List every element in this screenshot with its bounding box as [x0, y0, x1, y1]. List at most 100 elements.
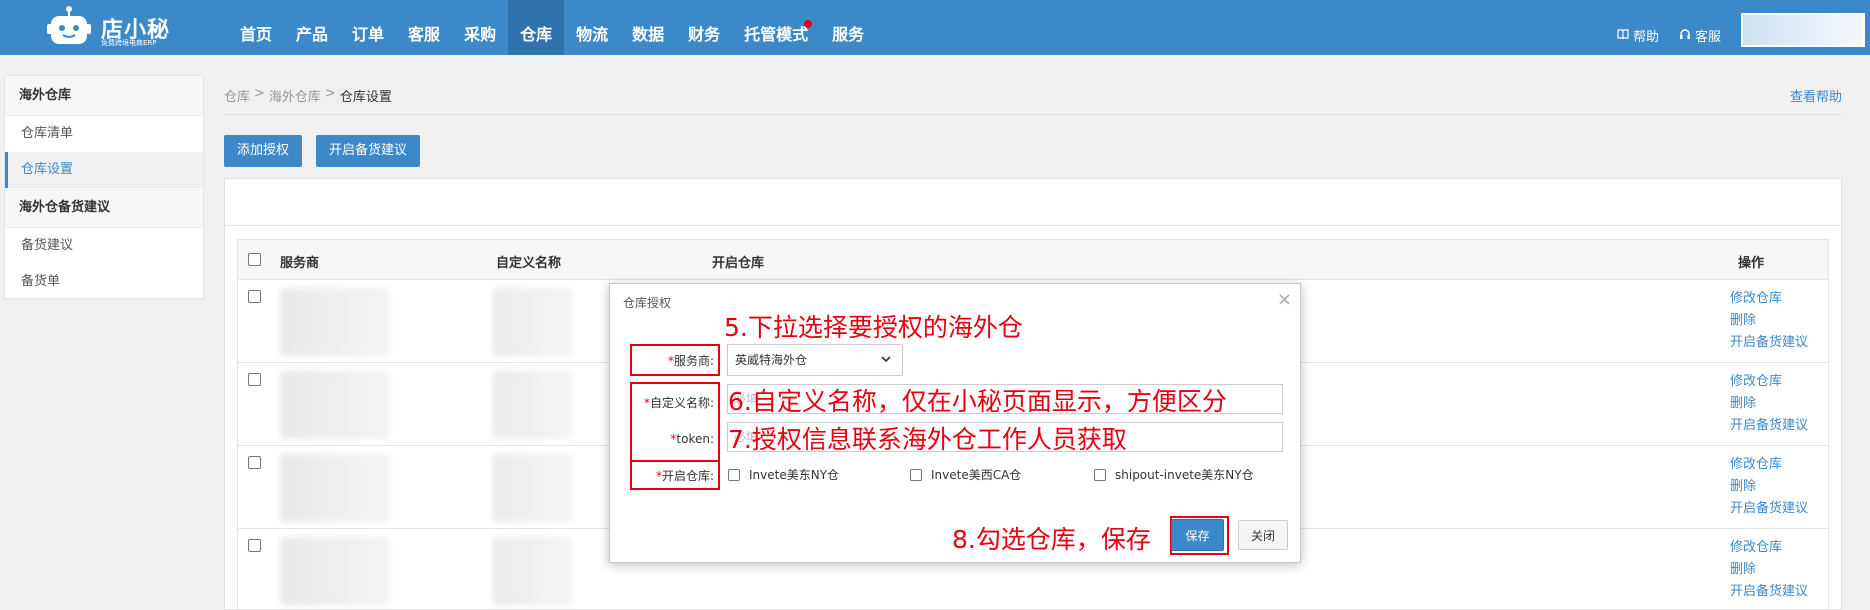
blurred-provider	[280, 537, 390, 605]
select-all-checkbox[interactable]	[248, 253, 261, 266]
edit-warehouse-link[interactable]: 修改仓库	[1730, 288, 1828, 310]
nav-item-home[interactable]: 首页	[228, 0, 284, 55]
help-link-top[interactable]: 帮助	[1617, 26, 1659, 45]
warehouse-option[interactable]: Invete美东NY仓	[728, 466, 839, 483]
delete-link[interactable]: 删除	[1730, 393, 1828, 415]
warehouse-label: *开启仓库:	[630, 467, 714, 484]
token-label-text: token:	[676, 432, 714, 446]
headset-icon	[1679, 28, 1691, 43]
sidebar: 海外仓库 仓库清单 仓库设置 海外仓备货建议 备货建议 备货单	[4, 75, 204, 299]
service-label: 客服	[1694, 30, 1721, 45]
sidebar-group-overseas-warehouse: 海外仓库	[5, 76, 203, 116]
nav-item-managed-mode-label: 托管模式	[744, 25, 809, 44]
nav-item-warehouse[interactable]: 仓库	[508, 0, 565, 55]
header-operations: 操作	[1738, 256, 1765, 271]
nav-item-orders[interactable]: 订单	[340, 0, 396, 55]
edit-warehouse-link[interactable]: 修改仓库	[1730, 537, 1828, 559]
delete-link[interactable]: 删除	[1730, 559, 1828, 581]
book-icon	[1617, 28, 1629, 43]
warehouse-authorization-dialog: 仓库授权 × 5.下拉选择要授权的海外仓 *服务商: 英威特海外仓 *自定义名称…	[609, 283, 1301, 563]
table-header: 服务商 自定义名称 开启仓库 操作	[238, 240, 1828, 280]
blurred-provider	[280, 454, 390, 522]
sidebar-item-warehouse-settings[interactable]: 仓库设置	[5, 152, 203, 188]
main-nav: 首页 产品 订单 客服 采购 仓库 物流 数据 财务 托管模式 服务	[228, 0, 876, 55]
blurred-custom-name	[493, 537, 573, 605]
view-help-link[interactable]: 查看帮助	[1790, 86, 1842, 105]
breadcrumb-warehouse[interactable]: 仓库	[224, 86, 250, 105]
annotation-step7: 7.授权信息联系海外仓工作人员获取	[728, 425, 1127, 454]
nav-item-data[interactable]: 数据	[620, 0, 676, 55]
enable-stock-suggestion-link[interactable]: 开启备货建议	[1730, 415, 1828, 437]
delete-link[interactable]: 删除	[1730, 310, 1828, 332]
row-actions: 修改仓库 删除 开启备货建议	[1730, 371, 1828, 437]
service-link-top[interactable]: 客服	[1679, 26, 1721, 45]
top-right-tools: 帮助 客服	[1617, 0, 1870, 55]
nav-item-managed-mode[interactable]: 托管模式	[732, 0, 820, 55]
warehouse-checkbox[interactable]	[910, 468, 922, 481]
blurred-custom-name	[493, 454, 573, 522]
close-button[interactable]: 关闭	[1238, 520, 1288, 550]
help-label: 帮助	[1632, 30, 1659, 45]
breadcrumb-current: 仓库设置	[339, 90, 392, 105]
annotation-step8: 8.勾选仓库，保存	[952, 525, 1151, 554]
divider	[224, 114, 1842, 115]
header-custom-name: 自定义名称	[496, 256, 562, 271]
warehouse-option[interactable]: shipout-invete美东NY仓	[1094, 466, 1254, 483]
warehouse-option[interactable]: Invete美西CA仓	[910, 466, 1021, 483]
sidebar-item-warehouse-list[interactable]: 仓库清单	[5, 116, 203, 152]
breadcrumb-separator: >	[324, 86, 336, 101]
custom-name-label: *自定义名称:	[630, 394, 714, 411]
save-button[interactable]: 保存	[1171, 519, 1224, 551]
row-checkbox[interactable]	[248, 290, 261, 303]
delete-link[interactable]: 删除	[1730, 476, 1828, 498]
warehouse-checkbox[interactable]	[1094, 468, 1106, 481]
nav-item-purchase[interactable]: 采购	[452, 0, 508, 55]
blurred-provider	[280, 371, 390, 439]
sidebar-item-stock-order[interactable]: 备货单	[5, 264, 203, 300]
enable-stock-suggestion-link[interactable]: 开启备货建议	[1730, 581, 1828, 603]
enable-stock-suggestion-link[interactable]: 开启备货建议	[1730, 332, 1828, 354]
warehouse-checkbox[interactable]	[728, 468, 740, 481]
nav-item-logistics[interactable]: 物流	[564, 0, 620, 55]
chevron-down-icon	[880, 345, 892, 386]
logo[interactable]: 店小秘 免费跨境电商ERP	[46, 4, 176, 50]
warehouse-option-label: shipout-invete美东NY仓	[1115, 468, 1254, 482]
row-actions: 修改仓库 删除 开启备货建议	[1730, 537, 1828, 603]
nav-item-services[interactable]: 服务	[820, 0, 876, 55]
nav-item-products[interactable]: 产品	[284, 0, 340, 55]
token-label: *token:	[630, 432, 714, 446]
logo-subtitle: 免费跨境电商ERP	[101, 39, 157, 47]
breadcrumb-separator: >	[254, 86, 265, 101]
enable-stock-suggestion-link[interactable]: 开启备货建议	[1730, 498, 1828, 520]
edit-warehouse-link[interactable]: 修改仓库	[1730, 454, 1828, 476]
provider-select-value: 英威特海外仓	[735, 353, 808, 367]
row-checkbox[interactable]	[248, 539, 261, 552]
enable-stock-suggestion-button[interactable]: 开启备货建议	[316, 135, 421, 167]
notification-dot	[804, 20, 813, 28]
user-account-box[interactable]	[1741, 12, 1865, 47]
robot-logo-icon	[47, 6, 91, 44]
edit-warehouse-link[interactable]: 修改仓库	[1730, 371, 1828, 393]
nav-item-finance[interactable]: 财务	[676, 0, 732, 55]
warehouse-option-label: Invete美西CA仓	[931, 468, 1022, 482]
header-provider: 服务商	[280, 256, 320, 271]
annotation-step5: 5.下拉选择要授权的海外仓	[724, 313, 1023, 342]
provider-label-text: 服务商:	[673, 354, 714, 368]
add-authorization-button[interactable]: 添加授权	[224, 135, 303, 167]
nav-item-customer-service[interactable]: 客服	[396, 0, 452, 55]
annotation-step6: 6.自定义名称，仅在小秘页面显示，方便区分	[728, 387, 1227, 416]
custom-name-label-text: 自定义名称:	[649, 396, 714, 410]
row-actions: 修改仓库 删除 开启备货建议	[1730, 454, 1828, 520]
breadcrumb-overseas[interactable]: 海外仓库	[269, 86, 321, 105]
row-actions: 修改仓库 删除 开启备货建议	[1730, 288, 1828, 354]
provider-label: *服务商:	[630, 352, 714, 369]
warehouse-label-text: 开启仓库:	[661, 469, 714, 483]
sidebar-item-stock-suggestion[interactable]: 备货建议	[5, 228, 203, 264]
close-icon[interactable]: ×	[1277, 289, 1292, 310]
blurred-custom-name	[493, 371, 573, 439]
provider-select[interactable]: 英威特海外仓	[727, 344, 903, 376]
blurred-custom-name	[493, 288, 573, 356]
row-checkbox[interactable]	[248, 373, 261, 386]
row-checkbox[interactable]	[248, 456, 261, 469]
blurred-provider	[280, 288, 390, 356]
